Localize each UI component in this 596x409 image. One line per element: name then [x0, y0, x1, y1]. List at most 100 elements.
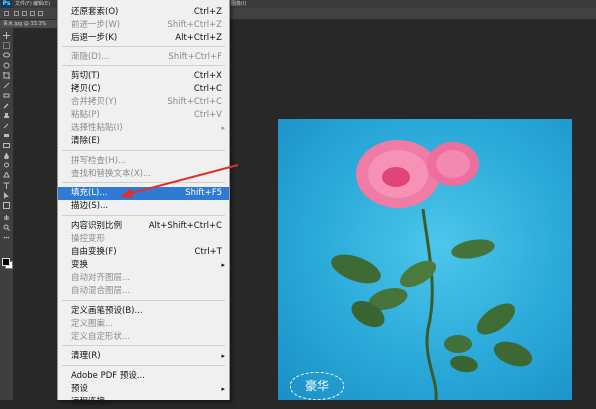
menu-item[interactable]: 剪切(T) Ctrl+X: [58, 70, 229, 83]
menu-item-label: 操控变形: [71, 234, 106, 244]
menu-item[interactable]: 内容识别比例 Alt+Shift+Ctrl+C: [58, 220, 229, 233]
menu-separator: [62, 65, 225, 66]
shape-tool-icon[interactable]: [3, 202, 10, 209]
menu-item-shortcut: Ctrl+X: [193, 71, 222, 81]
toolbox: [0, 28, 14, 400]
menu-item-label: 拷贝(C): [71, 84, 101, 94]
menu-separator: [62, 345, 225, 346]
foreground-color-swatch[interactable]: [2, 258, 10, 266]
menu-item: 定义自定形状...: [58, 331, 229, 344]
menu-item-label: 变换: [71, 260, 89, 270]
eraser-tool-icon[interactable]: [3, 132, 10, 139]
menu-item[interactable]: Adobe PDF 预设...: [58, 370, 229, 383]
menu-item-label: 还原套索(O): [71, 7, 119, 17]
menu-item-shortcut: Shift+Ctrl+C: [167, 97, 222, 107]
menu-item[interactable]: 清除(E): [58, 135, 229, 148]
clone-stamp-tool-icon[interactable]: [3, 112, 10, 119]
menu-item: 自动混合图层...: [58, 285, 229, 298]
menu-item: 合并拷贝(Y) Shift+Ctrl+C: [58, 96, 229, 109]
blur-tool-icon[interactable]: [3, 152, 10, 159]
zoom-tool-icon[interactable]: [3, 224, 10, 231]
menu-item-label: 内容识别比例: [71, 221, 123, 231]
menu-item[interactable]: 清理(R) ▸: [58, 350, 229, 363]
document-tab[interactable]: 青水.jpg @ 33.3%: [0, 20, 60, 28]
watermark-logo: 豪华: [290, 372, 344, 400]
menu-item-label: 合并拷贝(Y): [71, 97, 117, 107]
menu-item[interactable]: 变换 ▸: [58, 259, 229, 272]
menu-item[interactable]: 远程连接...: [58, 396, 229, 409]
history-brush-tool-icon[interactable]: [3, 122, 10, 129]
menu-item-shortcut: Shift+Ctrl+Z: [167, 20, 222, 30]
menu-item-label: 后退一步(K): [71, 33, 118, 43]
menu-image[interactable]: 图像(I): [231, 0, 246, 8]
menu-item-label: 定义图案...: [71, 319, 114, 329]
menu-item[interactable]: 定义画笔预设(B)...: [58, 305, 229, 318]
menu-item-shortcut: Alt+Shift+Ctrl+C: [148, 221, 222, 231]
gradient-tool-icon[interactable]: [3, 142, 10, 149]
intersect-selection-icon[interactable]: [38, 11, 43, 16]
move-tool-icon[interactable]: [3, 32, 10, 39]
add-selection-icon[interactable]: [22, 11, 27, 16]
menu-item-label: 前进一步(W): [71, 20, 121, 30]
menu-item-shortcut: Ctrl+C: [193, 84, 222, 94]
menu-item: 操控变形: [58, 233, 229, 246]
menu-item[interactable]: 拷贝(C) Ctrl+C: [58, 83, 229, 96]
brush-tool-icon[interactable]: [3, 102, 10, 109]
menu-item: 选择性粘贴(I) ▸: [58, 122, 229, 135]
lasso-tool-icon[interactable]: [4, 11, 9, 16]
quick-selection-tool-icon[interactable]: [3, 62, 10, 69]
menu-separator: [62, 215, 225, 216]
menu-item-label: 自动对齐图层...: [71, 273, 131, 283]
menu-item[interactable]: 自由变换(F) Ctrl+T: [58, 246, 229, 259]
menu-separator: [62, 46, 225, 47]
menu-item-label: 自动混合图层...: [71, 286, 131, 296]
menu-item-shortcut: Shift+Ctrl+F: [168, 52, 222, 62]
healing-brush-tool-icon[interactable]: [3, 92, 10, 99]
new-selection-icon[interactable]: [14, 11, 19, 16]
path-selection-tool-icon[interactable]: [3, 192, 10, 199]
edit-menu-dropdown: 还原套索(O) Ctrl+Z 前进一步(W) Shift+Ctrl+Z 后退一步(K) A…: [57, 0, 230, 407]
submenu-arrow-icon: ▸: [221, 385, 225, 393]
menu-item[interactable]: 描边(S)...: [58, 200, 229, 213]
submenu-arrow-icon: ▸: [221, 261, 225, 269]
menu-item-label: 填充(L)...: [71, 188, 108, 198]
menu-item-label: Adobe PDF 预设...: [71, 371, 145, 381]
eyedropper-tool-icon[interactable]: [3, 82, 10, 89]
marquee-tool-icon[interactable]: [3, 42, 10, 49]
menu-separator: [62, 182, 225, 183]
pen-tool-icon[interactable]: [3, 172, 10, 179]
subtract-selection-icon[interactable]: [30, 11, 35, 16]
menu-item-label: 渐隐(D)...: [71, 52, 110, 62]
menu-item-label: 自由变换(F): [71, 247, 117, 257]
menu-item[interactable]: 填充(L)... Shift+F5: [58, 187, 229, 200]
menu-item-label: 拼写检查(H)...: [71, 156, 127, 166]
menu-item-shortcut: Ctrl+Z: [193, 7, 222, 17]
menu-item: 粘贴(P) Ctrl+V: [58, 109, 229, 122]
menu-item: 查找和替换文本(X)...: [58, 168, 229, 181]
menu-item-shortcut: Ctrl+T: [194, 247, 222, 257]
menu-item[interactable]: 后退一步(K) Alt+Ctrl+Z: [58, 32, 229, 45]
menu-item[interactable]: 还原套索(O) Ctrl+Z: [58, 6, 229, 19]
menu-item: 渐隐(D)... Shift+Ctrl+F: [58, 51, 229, 64]
menu-item: 拼写检查(H)...: [58, 155, 229, 168]
menu-file[interactable]: 文件(F): [15, 0, 32, 8]
submenu-arrow-icon: ▸: [221, 352, 225, 360]
menu-item: 前进一步(W) Shift+Ctrl+Z: [58, 19, 229, 32]
menu-edit[interactable]: 编辑(E): [33, 0, 50, 8]
crop-tool-icon[interactable]: [3, 72, 10, 79]
menu-item-shortcut: Ctrl+V: [193, 110, 222, 120]
menu-item-label: 粘贴(P): [71, 110, 100, 120]
dodge-tool-icon[interactable]: [3, 162, 10, 169]
menu-item-label: 选择性粘贴(I): [71, 123, 123, 133]
menu-item-label: 定义画笔预设(B)...: [71, 306, 143, 316]
menu-item-label: 查找和替换文本(X)...: [71, 169, 152, 179]
menu-item-shortcut: Alt+Ctrl+Z: [175, 33, 222, 43]
menu-separator: [62, 300, 225, 301]
rose-illustration: [331, 140, 533, 400]
hand-tool-icon[interactable]: [3, 214, 10, 221]
menu-item[interactable]: 预设 ▸: [58, 383, 229, 396]
more-tools-icon[interactable]: [3, 234, 10, 241]
type-tool-icon[interactable]: [3, 182, 10, 189]
lasso-tool-icon[interactable]: [3, 52, 10, 59]
menu-item-label: 预设: [71, 384, 89, 394]
